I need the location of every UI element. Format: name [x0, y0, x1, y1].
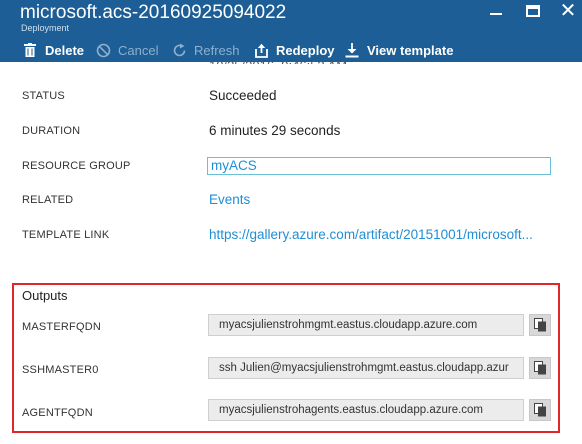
- view-template-button[interactable]: View template: [344, 40, 453, 60]
- output-label-masterfqdn: MASTERFQDN: [22, 321, 101, 333]
- close-button[interactable]: ✕: [557, 0, 579, 22]
- output-label-agentfqdn: AGENTFQDN: [22, 407, 93, 419]
- blade-header: microsoft.acs-20160925094022 Deployment …: [0, 0, 582, 62]
- related-events-link[interactable]: Events: [209, 192, 250, 207]
- close-icon: ✕: [559, 0, 577, 22]
- status-label: STATUS: [22, 90, 65, 102]
- related-label: RELATED: [22, 194, 74, 206]
- output-value-agentfqdn[interactable]: myacsjulienstrohagents.eastus.cloudapp.a…: [208, 399, 524, 421]
- resource-group-label: RESOURCE GROUP: [22, 160, 131, 172]
- minimize-button[interactable]: [485, 0, 507, 22]
- refresh-icon: [171, 42, 187, 58]
- cancel-icon: [95, 42, 111, 58]
- redeploy-button[interactable]: Redeploy: [253, 40, 335, 60]
- cancel-button[interactable]: Cancel: [95, 40, 158, 60]
- status-value: Succeeded: [209, 88, 277, 103]
- copy-button[interactable]: [529, 357, 551, 379]
- copy-icon: [533, 403, 546, 417]
- trash-icon: [22, 42, 38, 58]
- maximize-button[interactable]: [522, 0, 544, 22]
- delete-label: Delete: [45, 42, 85, 58]
- delete-button[interactable]: Delete: [22, 40, 84, 60]
- copy-icon: [533, 318, 546, 332]
- blade-title: microsoft.acs-20160925094022: [20, 2, 287, 23]
- download-icon: [344, 42, 360, 58]
- copy-icon: [533, 361, 546, 375]
- template-link-label: TEMPLATE LINK: [22, 229, 110, 241]
- refresh-button[interactable]: Refresh: [171, 40, 240, 60]
- output-value-masterfqdn[interactable]: myacsjulienstrohmgmt.eastus.cloudapp.azu…: [208, 314, 524, 336]
- cancel-label: Cancel: [118, 42, 159, 58]
- view-template-label: View template: [367, 42, 454, 58]
- resource-group-link[interactable]: myACS: [207, 157, 551, 175]
- output-value-sshmaster0[interactable]: ssh Julien@myacsjulienstrohmgmt.eastus.c…: [208, 357, 524, 379]
- redeploy-label: Redeploy: [276, 42, 335, 58]
- blade-subtitle: Deployment: [21, 23, 70, 33]
- copy-button[interactable]: [529, 399, 551, 421]
- refresh-label: Refresh: [194, 42, 240, 58]
- partial-timestamp: 10/25/2016, 9:46:52 AM: [209, 58, 347, 64]
- copy-button[interactable]: [529, 314, 551, 336]
- output-label-sshmaster0: SSHMASTER0: [22, 364, 99, 376]
- minimize-icon: [490, 13, 502, 15]
- maximize-icon: [526, 5, 540, 17]
- redeploy-icon: [253, 42, 269, 58]
- template-link[interactable]: https://gallery.azure.com/artifact/20151…: [209, 227, 554, 242]
- duration-value: 6 minutes 29 seconds: [209, 123, 341, 138]
- duration-label: DURATION: [22, 125, 81, 137]
- outputs-title: Outputs: [22, 288, 68, 303]
